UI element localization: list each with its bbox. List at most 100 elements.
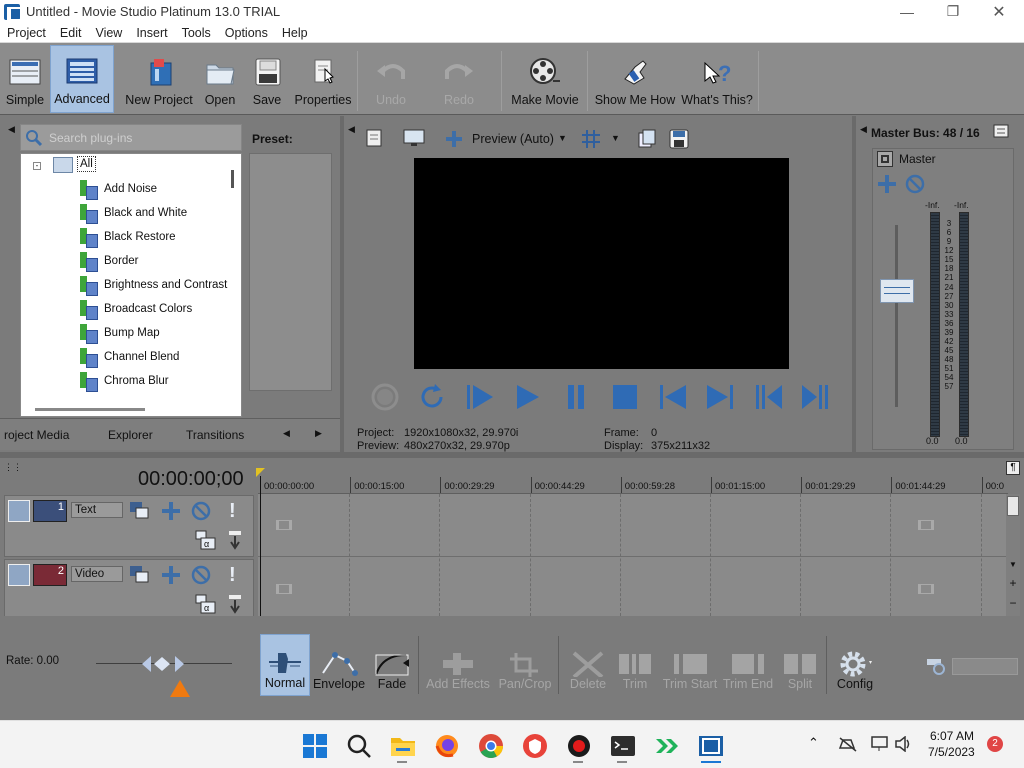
- tab-scroll-right-icon[interactable]: ▶: [315, 428, 322, 439]
- compositing-mode-icon[interactable]: [129, 565, 149, 585]
- whats-this-button[interactable]: ? What's This?: [680, 45, 754, 113]
- screen-recorder-icon[interactable]: [566, 733, 592, 759]
- track-area[interactable]: [258, 494, 1008, 620]
- close-icon[interactable]: ✕: [976, 0, 1022, 23]
- tab-explorer[interactable]: Explorer: [108, 428, 153, 442]
- menu-project[interactable]: Project: [0, 26, 53, 40]
- panel-collapse-icon[interactable]: ◀: [348, 124, 355, 135]
- tree-collapse-icon[interactable]: -: [33, 162, 41, 170]
- timeline-vscroll[interactable]: ▼ + −: [1006, 494, 1020, 616]
- scroll-down-icon[interactable]: ▼: [1007, 560, 1019, 572]
- loop-playback-icon[interactable]: [416, 381, 448, 413]
- timeline-search-field[interactable]: [952, 658, 1018, 675]
- split-screen-icon[interactable]: [444, 129, 464, 149]
- automation-icon[interactable]: [877, 174, 897, 194]
- clock-time[interactable]: 6:07 AM: [930, 729, 974, 743]
- normal-edit-tool[interactable]: Normal: [260, 634, 310, 696]
- volume-speaker-icon[interactable]: [894, 735, 912, 753]
- network-disconnected-icon[interactable]: [838, 736, 858, 752]
- previous-frame-icon[interactable]: [752, 381, 784, 413]
- plugin-item[interactable]: Add Noise: [78, 178, 157, 200]
- delete-button[interactable]: Delete: [564, 634, 612, 696]
- solo-icon[interactable]: !: [229, 500, 239, 522]
- track-header[interactable]: 1 Text! α: [4, 495, 254, 557]
- redo-button[interactable]: Redo: [436, 45, 482, 113]
- chevron-down-icon[interactable]: ▼: [611, 133, 620, 143]
- track-name-field[interactable]: Video: [71, 566, 123, 582]
- compositing-mode-icon[interactable]: [129, 501, 149, 521]
- menu-tools[interactable]: Tools: [175, 26, 218, 40]
- trim-button[interactable]: Trim: [612, 634, 658, 696]
- new-project-button[interactable]: New Project: [124, 45, 194, 113]
- menu-help[interactable]: Help: [275, 26, 315, 40]
- marker-icon[interactable]: ¶: [1006, 461, 1020, 475]
- file-explorer-icon[interactable]: [390, 733, 416, 759]
- terminal-icon[interactable]: [610, 733, 636, 759]
- plugin-item[interactable]: Border: [78, 250, 139, 272]
- preview-quality-dropdown[interactable]: Preview (Auto): [472, 132, 554, 146]
- menu-insert[interactable]: Insert: [129, 26, 174, 40]
- next-frame-icon[interactable]: [800, 381, 832, 413]
- preview-properties-icon[interactable]: [364, 128, 386, 148]
- movie-studio-taskbar-icon[interactable]: [698, 733, 724, 759]
- plugin-item[interactable]: Brightness and Contrast: [78, 274, 227, 296]
- automation-icon[interactable]: [161, 565, 181, 585]
- panel-collapse-icon[interactable]: ◀: [8, 124, 16, 138]
- trim-start-button[interactable]: Trim Start: [662, 634, 718, 696]
- vscroll-thumb[interactable]: [1007, 496, 1019, 516]
- menu-edit[interactable]: Edit: [53, 26, 89, 40]
- rate-reset-icon[interactable]: [169, 679, 191, 698]
- envelope-tool[interactable]: Envelope: [313, 634, 365, 696]
- tab-transitions[interactable]: Transitions: [186, 428, 244, 442]
- track-name-field[interactable]: Text: [71, 502, 123, 518]
- preset-list[interactable]: [249, 153, 332, 391]
- mute-track-icon[interactable]: [191, 501, 211, 521]
- menu-options[interactable]: Options: [218, 26, 275, 40]
- clock-date[interactable]: 7/5/2023: [928, 745, 975, 759]
- windows-start-icon[interactable]: [302, 733, 328, 759]
- time-ruler[interactable]: 00:00:00:00 00:00:15:00 00:00:29:29 00:00:4…: [258, 477, 1008, 494]
- track-lane-text[interactable]: [258, 494, 1008, 557]
- show-me-how-button[interactable]: Show Me How: [594, 45, 676, 113]
- plugin-item[interactable]: Broadcast Colors: [78, 298, 192, 320]
- zoom-in-icon[interactable]: +: [1007, 577, 1019, 590]
- minimize-icon[interactable]: —: [884, 0, 930, 23]
- track-header[interactable]: 2 Video! α: [4, 559, 254, 621]
- stop-icon[interactable]: [609, 381, 641, 413]
- move-down-icon[interactable]: [227, 594, 243, 614]
- restore-icon[interactable]: ❐: [930, 0, 976, 23]
- trim-end-button[interactable]: Trim End: [722, 634, 774, 696]
- advanced-button[interactable]: Advanced: [50, 45, 114, 113]
- volume-fader-handle[interactable]: [880, 279, 914, 303]
- taskbar-search-icon[interactable]: [346, 733, 372, 759]
- track-minimize-icon[interactable]: [8, 500, 30, 522]
- firefox-icon[interactable]: [434, 733, 460, 759]
- external-monitor-icon[interactable]: [402, 128, 426, 148]
- go-to-start-icon[interactable]: [657, 381, 689, 413]
- tree-root-all[interactable]: All: [77, 156, 96, 172]
- plugin-item[interactable]: Black and White: [78, 202, 187, 224]
- timecode-display[interactable]: 00:00:00;00: [138, 468, 244, 491]
- automation-icon[interactable]: [161, 501, 181, 521]
- timeline-splitter[interactable]: [0, 452, 1024, 458]
- chevron-down-icon[interactable]: ▼: [558, 133, 567, 143]
- undo-button[interactable]: Undo: [368, 45, 414, 113]
- tree-scrollbar-thumb[interactable]: [231, 170, 234, 188]
- show-hidden-icons-chevron-icon[interactable]: ⌃: [808, 735, 819, 751]
- pan-crop-button[interactable]: Pan/Crop: [496, 634, 554, 696]
- rate-slider-handle[interactable]: [140, 654, 186, 674]
- play-from-start-icon[interactable]: [464, 381, 496, 413]
- panel-collapse-icon[interactable]: ◀: [860, 124, 867, 135]
- simple-button[interactable]: Simple: [2, 45, 48, 113]
- properties-button[interactable]: Properties: [294, 45, 352, 113]
- chrome-icon[interactable]: [478, 733, 504, 759]
- plugin-item[interactable]: Channel Blend: [78, 346, 179, 368]
- green-chevron-app-icon[interactable]: [654, 733, 680, 759]
- vpn-shield-icon[interactable]: [522, 733, 548, 759]
- pause-icon[interactable]: [560, 381, 592, 413]
- master-properties-icon[interactable]: [877, 151, 893, 167]
- solo-icon[interactable]: !: [229, 564, 239, 586]
- overlays-grid-icon[interactable]: [580, 128, 602, 150]
- track-minimize-icon[interactable]: [8, 564, 30, 586]
- alpha-icon[interactable]: α: [195, 594, 217, 614]
